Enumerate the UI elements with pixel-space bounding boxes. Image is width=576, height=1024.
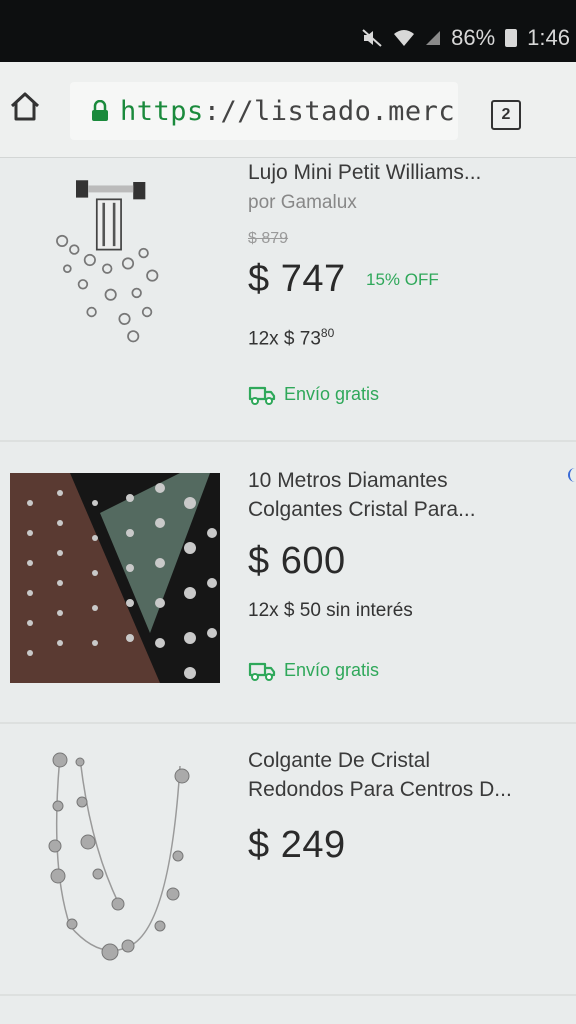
item-title[interactable]: Colgante De Cristal Redondos Para Centro… bbox=[248, 746, 558, 804]
truck-icon bbox=[248, 386, 276, 405]
crystal-curtain-thumbnail bbox=[10, 473, 220, 683]
list-item[interactable]: Lujo Mini Petit Williams... por Gamalux … bbox=[0, 158, 576, 458]
discount-badge: 15% OFF bbox=[366, 270, 439, 289]
list-item[interactable]: 10 Metros Diamantes Colgantes Cristal Pa… bbox=[0, 458, 576, 728]
free-shipping: Envío gratis bbox=[248, 384, 379, 405]
installments: 12x $ 7380 bbox=[248, 326, 335, 350]
price: $ 747 bbox=[248, 258, 346, 300]
seller-label: por Gamalux bbox=[248, 192, 357, 213]
wifi-icon bbox=[394, 30, 415, 46]
list-item[interactable]: Colgante De Cristal Redondos Para Centro… bbox=[0, 740, 576, 990]
browser-toolbar: https://listado.merc bbox=[0, 62, 576, 158]
mute-icon bbox=[362, 29, 382, 47]
installments: 12x $ 50 sin interés bbox=[248, 600, 413, 621]
divider bbox=[0, 994, 576, 996]
price: $ 600 bbox=[248, 540, 346, 582]
crystal-strand-thumbnail bbox=[48, 752, 190, 961]
status-bar: 86% 1:46 bbox=[0, 0, 576, 62]
truck-icon bbox=[248, 662, 276, 681]
url-text: https://listado.merc bbox=[120, 95, 456, 127]
price: $ 249 bbox=[248, 824, 346, 866]
clock: 1:46 bbox=[527, 25, 570, 50]
chandelier-thumbnail bbox=[56, 180, 159, 343]
divider bbox=[0, 440, 576, 442]
original-price: $ 879 bbox=[248, 230, 289, 247]
battery-percent: 86% bbox=[451, 25, 496, 50]
item-title[interactable]: Lujo Mini Petit Williams... bbox=[248, 158, 558, 187]
home-icon[interactable] bbox=[8, 90, 42, 124]
address-bar[interactable]: https://listado.merc bbox=[70, 82, 458, 140]
lock-icon bbox=[92, 100, 108, 121]
signal-icon bbox=[426, 31, 441, 45]
item-title[interactable]: 10 Metros Diamantes Colgantes Cristal Pa… bbox=[248, 466, 558, 524]
tab-switcher-button[interactable]: 2 bbox=[491, 100, 521, 130]
free-shipping: Envío gratis bbox=[248, 660, 379, 681]
favorite-icon[interactable] bbox=[568, 468, 576, 482]
battery-icon bbox=[505, 29, 518, 47]
divider bbox=[0, 722, 576, 724]
